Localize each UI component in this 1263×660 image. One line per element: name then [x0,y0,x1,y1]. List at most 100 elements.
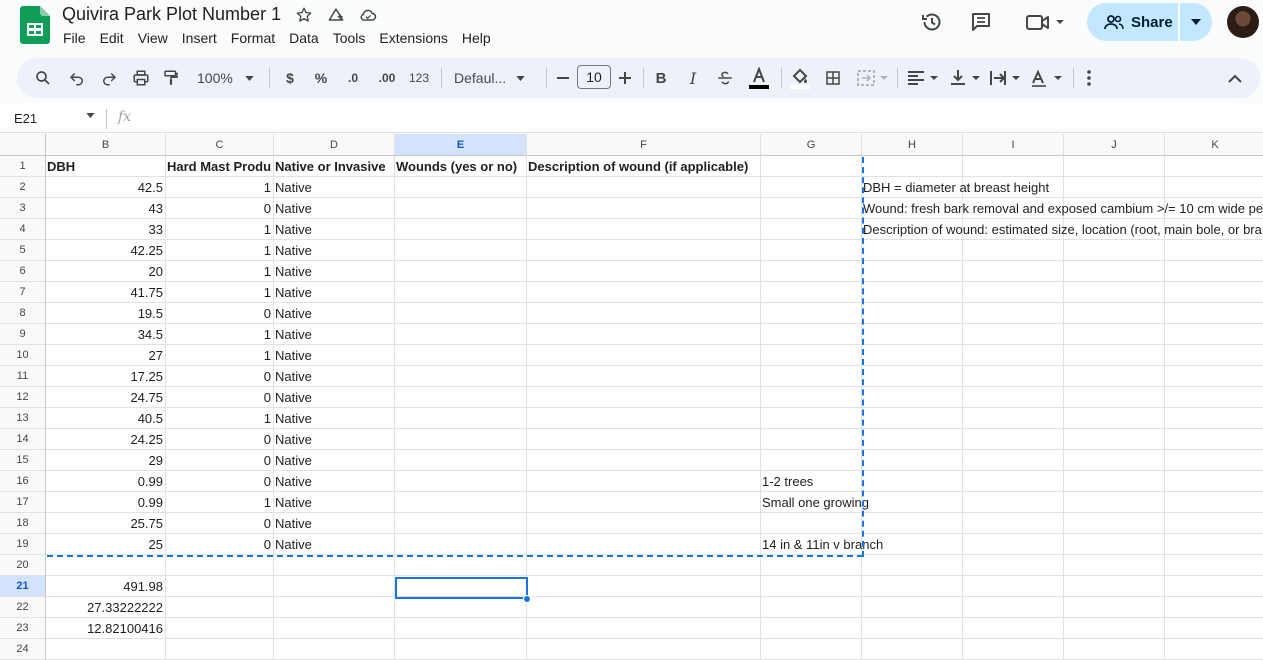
meet-icon[interactable] [1024,10,1066,34]
fill-handle[interactable] [523,595,531,603]
row-header-23[interactable]: 23 [0,618,46,639]
name-box[interactable]: E21 [14,111,37,126]
spreadsheet-grid[interactable]: B C D E F G H I J K 1 2 3 4 5 6 7 8 9 10 11 12 13 14 15 16 17 18 19 2… [0,134,1263,660]
collapse-toolbar-icon[interactable] [1225,66,1245,90]
row-header-2[interactable]: 2 [0,177,46,198]
menu-tools[interactable]: Tools [326,28,373,50]
vertical-align-icon[interactable] [947,66,983,90]
row-header-15[interactable]: 15 [0,450,46,471]
menu-edit[interactable]: Edit [93,28,131,50]
row-header-1[interactable]: 1 [0,156,46,177]
header-cell-c: Hard Mast Produ [167,159,272,174]
font-family-select[interactable]: Defaul... [454,66,534,90]
dbh-cell: 24.75 [130,390,163,405]
column-header-i[interactable]: I [963,134,1064,156]
text-wrapping-icon[interactable] [987,66,1023,90]
menu-view[interactable]: View [131,28,175,50]
document-title[interactable]: Quivira Park Plot Number 1 [62,4,281,25]
redo-icon[interactable] [99,66,119,90]
dbh-cell: 25 [148,537,163,552]
strikethrough-icon[interactable] [715,66,735,90]
column-header-g[interactable]: G [761,134,862,156]
row-header-10[interactable]: 10 [0,345,46,366]
menu-data[interactable]: Data [282,28,326,50]
share-dropdown-button[interactable] [1180,3,1212,41]
selected-cell-e21[interactable] [395,577,528,599]
native-cell: Native [275,516,312,531]
column-header-e[interactable]: E [395,134,527,156]
row-header-18[interactable]: 18 [0,513,46,534]
borders-icon[interactable] [823,66,843,90]
menu-file[interactable]: File [56,28,93,50]
search-menus-icon[interactable] [33,66,53,90]
format-percent-button[interactable]: % [313,66,329,90]
decrease-decimal-button[interactable]: .0 [341,66,365,90]
user-avatar[interactable] [1227,6,1259,38]
row-header-21[interactable]: 21 [0,576,46,597]
column-header-c[interactable]: C [166,134,274,156]
font-size-input[interactable]: 10 [577,65,611,89]
column-header-d[interactable]: D [274,134,395,156]
row-header-4[interactable]: 4 [0,219,46,240]
column-header-h[interactable]: H [862,134,963,156]
print-icon[interactable] [131,66,151,90]
row-header-14[interactable]: 14 [0,429,46,450]
row-header-9[interactable]: 9 [0,324,46,345]
menu-help[interactable]: Help [455,28,498,50]
sheets-logo-icon[interactable] [20,6,50,44]
increase-decimal-button[interactable]: .00 [374,66,400,90]
move-to-folder-icon[interactable] [326,5,346,25]
header-cell-f: Description of wound (if applicable) [528,159,749,174]
row-header-6[interactable]: 6 [0,261,46,282]
decrease-font-size-icon[interactable] [555,66,571,90]
dbh-cell: 34.5 [137,327,163,342]
row-header-22[interactable]: 22 [0,597,46,618]
text-color-icon[interactable] [747,66,771,90]
name-box-caret-icon[interactable] [86,113,95,118]
menu-format[interactable]: Format [224,28,282,50]
paint-format-icon[interactable] [161,66,181,90]
menu-extensions[interactable]: Extensions [372,28,454,50]
row-header-7[interactable]: 7 [0,282,46,303]
row-header-17[interactable]: 17 [0,492,46,513]
row-header-16[interactable]: 16 [0,471,46,492]
cloud-saved-icon[interactable] [358,5,378,25]
undo-icon[interactable] [67,66,87,90]
comments-icon[interactable] [969,10,993,34]
text-rotation-icon[interactable] [1029,66,1065,90]
column-header-k[interactable]: K [1165,134,1263,156]
more-formats-button[interactable]: 123 [407,66,431,90]
native-cell: Native [275,537,312,552]
zoom-select[interactable]: 100% [197,66,257,90]
format-currency-button[interactable]: $ [282,66,298,90]
menu-insert[interactable]: Insert [175,28,224,50]
row-header-8[interactable]: 8 [0,303,46,324]
select-all-corner[interactable] [0,134,46,156]
column-header-f[interactable]: F [527,134,761,156]
star-icon[interactable] [294,5,314,25]
increase-font-size-icon[interactable] [617,66,633,90]
column-header-b[interactable]: B [46,134,166,156]
row-header-11[interactable]: 11 [0,366,46,387]
merge-cells-icon[interactable] [855,66,891,90]
share-button[interactable]: Share [1087,3,1178,41]
italic-button[interactable]: I [685,66,701,90]
dbh-cell: 20 [148,264,163,279]
toolbar-divider [441,68,442,88]
hard-mast-cell: 1 [263,285,271,300]
row-header-20[interactable]: 20 [0,555,46,576]
row-header-13[interactable]: 13 [0,408,46,429]
row-header-3[interactable]: 3 [0,198,46,219]
horizontal-align-icon[interactable] [905,66,941,90]
header-cell-d: Native or Invasive [275,159,386,174]
column-header-j[interactable]: J [1064,134,1165,156]
version-history-icon[interactable] [920,10,944,34]
fill-color-icon[interactable] [788,66,812,90]
row-header-24[interactable]: 24 [0,639,46,660]
row-header-19[interactable]: 19 [0,534,46,555]
row-header-12[interactable]: 12 [0,387,46,408]
hard-mast-cell: 0 [263,432,271,447]
bold-button[interactable]: B [653,66,669,90]
row-header-5[interactable]: 5 [0,240,46,261]
more-options-icon[interactable] [1079,66,1099,90]
